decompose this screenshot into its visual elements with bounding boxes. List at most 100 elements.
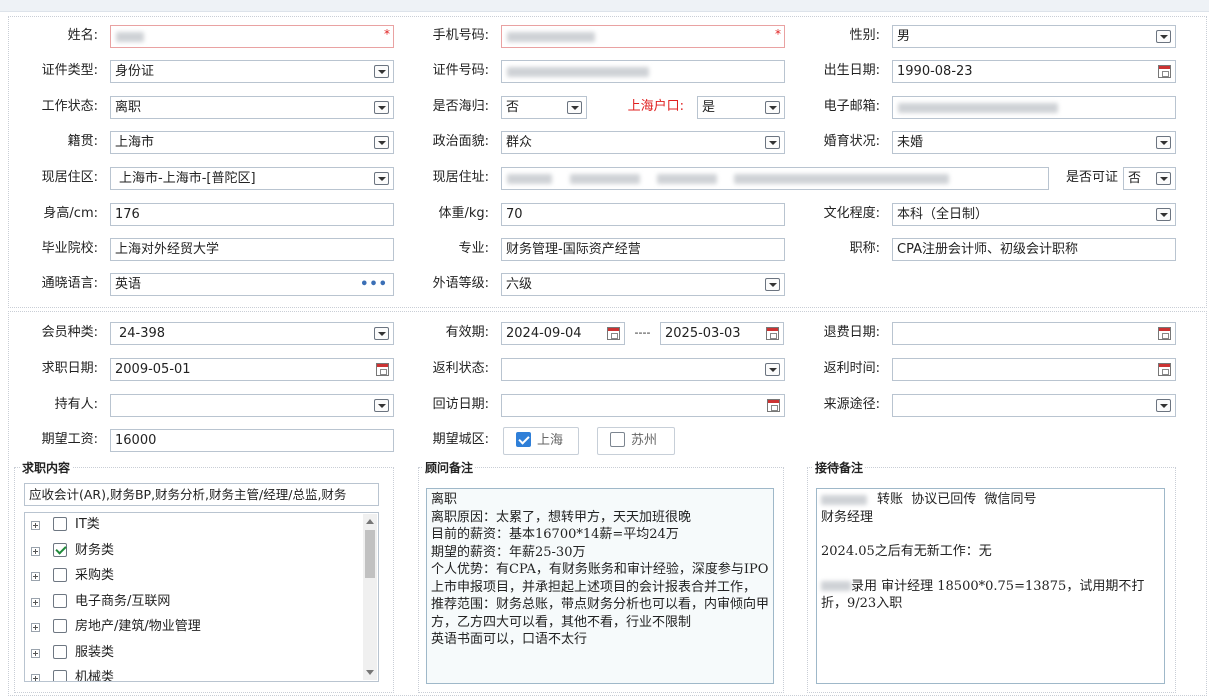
scroll-up-icon[interactable] bbox=[366, 519, 374, 524]
expand-icon[interactable] bbox=[31, 649, 40, 658]
tree-item[interactable]: IT类 bbox=[25, 515, 360, 535]
member-type-select[interactable]: 24-398 bbox=[110, 322, 394, 345]
rebate-time-input[interactable] bbox=[892, 358, 1176, 381]
source-select[interactable] bbox=[892, 394, 1176, 417]
calendar-icon[interactable] bbox=[1158, 363, 1171, 376]
checkbox-icon[interactable] bbox=[53, 568, 67, 582]
politics-select[interactable]: 群众 bbox=[501, 131, 785, 154]
job-content-summary[interactable]: 应收会计(AR),财务BP,财务分析,财务主管/经理/总监,财务 bbox=[24, 483, 379, 506]
expand-icon[interactable] bbox=[31, 521, 40, 530]
scroll-thumb[interactable] bbox=[365, 530, 375, 578]
more-icon[interactable]: ••• bbox=[360, 274, 388, 295]
returnee-select[interactable]: 否 bbox=[501, 96, 587, 119]
checkbox-checked-icon[interactable] bbox=[53, 543, 67, 557]
job-category-tree[interactable]: IT类 财务类 采购类 电子商务/互联网 房地产/建筑/物业管理 服装类 机械类 bbox=[24, 512, 379, 682]
chevron-down-icon[interactable] bbox=[765, 278, 780, 291]
chevron-down-icon[interactable] bbox=[1156, 399, 1171, 412]
chevron-down-icon[interactable] bbox=[1156, 30, 1171, 43]
work-status-select[interactable]: 离职 bbox=[110, 96, 394, 119]
address-input[interactable] bbox=[501, 167, 1049, 190]
tree-item[interactable]: 机械类 bbox=[25, 668, 360, 681]
checkbox-icon[interactable] bbox=[53, 619, 67, 633]
chevron-down-icon[interactable] bbox=[1156, 136, 1171, 149]
city-option-suzhou[interactable]: 苏州 bbox=[597, 427, 675, 455]
major-label: 专业: bbox=[458, 241, 489, 256]
reception-notes-textarea[interactable]: 转账 协议已回传 微信同号 财务经理 2024.05之后有无新工作：无 录用 审… bbox=[816, 488, 1165, 684]
chevron-down-icon[interactable] bbox=[567, 101, 582, 114]
tree-item-label: 财务类 bbox=[75, 543, 115, 558]
name-input[interactable]: * bbox=[110, 25, 394, 48]
chevron-down-icon[interactable] bbox=[374, 172, 389, 185]
holder-select[interactable] bbox=[110, 394, 394, 417]
valid-from-input[interactable]: 2024-09-04 bbox=[501, 322, 625, 345]
weight-input[interactable]: 70 bbox=[501, 203, 785, 226]
expand-icon[interactable] bbox=[31, 547, 40, 556]
gender-select[interactable]: 男 bbox=[892, 25, 1176, 48]
job-title-input[interactable]: CPA注册会计师、初级会计职称 bbox=[892, 238, 1176, 261]
expand-icon[interactable] bbox=[31, 572, 40, 581]
gender-value: 男 bbox=[897, 29, 911, 44]
expand-icon[interactable] bbox=[31, 623, 40, 632]
chevron-down-icon[interactable] bbox=[1156, 172, 1171, 185]
checkbox-icon[interactable] bbox=[53, 517, 67, 531]
id-number-input[interactable] bbox=[501, 60, 785, 83]
tree-item[interactable]: 财务类 bbox=[25, 541, 360, 561]
calendar-icon[interactable] bbox=[607, 327, 620, 340]
school-input[interactable]: 上海对外经贸大学 bbox=[110, 238, 394, 261]
chevron-down-icon[interactable] bbox=[765, 101, 780, 114]
residence-area-select[interactable]: 上海市-上海市-[普陀区] bbox=[110, 167, 394, 190]
major-input[interactable]: 财务管理-国际资产经营 bbox=[501, 238, 785, 261]
expand-icon[interactable] bbox=[31, 674, 40, 681]
salary-input[interactable]: 16000 bbox=[110, 429, 394, 452]
birth-date-input[interactable]: 1990-08-23 bbox=[892, 60, 1176, 83]
expand-icon[interactable] bbox=[31, 598, 40, 607]
reception-line: 转账 协议已回传 微信同号 bbox=[821, 491, 1160, 509]
birth-date-value: 1990-08-23 bbox=[897, 64, 973, 79]
native-place-select[interactable]: 上海市 bbox=[110, 131, 394, 154]
education-select[interactable]: 本科（全日制） bbox=[892, 203, 1176, 226]
can-certify-select[interactable]: 否 bbox=[1123, 167, 1176, 190]
chevron-down-icon[interactable] bbox=[765, 136, 780, 149]
calendar-icon[interactable] bbox=[376, 363, 389, 376]
valid-to-input[interactable]: 2025-03-03 bbox=[660, 322, 784, 345]
rebate-status-select[interactable] bbox=[501, 358, 785, 381]
city-option-shanghai[interactable]: 上海 bbox=[503, 427, 579, 455]
checkbox-checked-icon[interactable] bbox=[516, 432, 531, 447]
chevron-down-icon[interactable] bbox=[765, 363, 780, 376]
marital-select[interactable]: 未婚 bbox=[892, 131, 1176, 154]
calendar-icon[interactable] bbox=[767, 399, 780, 412]
chevron-down-icon[interactable] bbox=[374, 136, 389, 149]
redacted-name bbox=[821, 494, 867, 505]
scroll-down-icon[interactable] bbox=[366, 670, 374, 675]
tree-item[interactable]: 房地产/建筑/物业管理 bbox=[25, 617, 360, 637]
chevron-down-icon[interactable] bbox=[374, 65, 389, 78]
tree-item[interactable]: 采购类 bbox=[25, 566, 360, 586]
checkbox-icon[interactable] bbox=[53, 670, 67, 681]
chevron-down-icon[interactable] bbox=[1156, 208, 1171, 221]
id-type-select[interactable]: 身份证 bbox=[110, 60, 394, 83]
phone-input[interactable]: * bbox=[501, 25, 785, 48]
tree-item[interactable]: 电子商务/互联网 bbox=[25, 592, 360, 612]
language-picker[interactable]: 英语 ••• bbox=[110, 273, 394, 296]
calendar-icon[interactable] bbox=[766, 327, 779, 340]
hukou-select[interactable]: 是 bbox=[697, 96, 785, 119]
checkbox-icon[interactable] bbox=[53, 645, 67, 659]
tree-item[interactable]: 服装类 bbox=[25, 643, 360, 663]
calendar-icon[interactable] bbox=[1158, 65, 1171, 78]
chevron-down-icon[interactable] bbox=[374, 399, 389, 412]
job-date-input[interactable]: 2009-05-01 bbox=[110, 358, 394, 381]
language-level-select[interactable]: 六级 bbox=[501, 273, 785, 296]
chevron-down-icon[interactable] bbox=[374, 101, 389, 114]
email-input[interactable] bbox=[892, 96, 1176, 119]
language-value: 英语 bbox=[115, 277, 142, 292]
checkbox-icon[interactable] bbox=[610, 432, 625, 447]
refund-date-input[interactable] bbox=[892, 322, 1176, 345]
chevron-down-icon[interactable] bbox=[374, 327, 389, 340]
visit-date-input[interactable] bbox=[501, 394, 785, 417]
checkbox-icon[interactable] bbox=[53, 594, 67, 608]
height-input[interactable]: 176 bbox=[110, 203, 394, 226]
advisor-notes-textarea[interactable]: 离职 离职原因：太累了，想转甲方，天天加班很晚 目前的薪资：基本16700*14… bbox=[426, 488, 774, 684]
calendar-icon[interactable] bbox=[1158, 327, 1171, 340]
tree-scrollbar[interactable] bbox=[363, 514, 377, 680]
can-certify-label: 是否可证 bbox=[1065, 170, 1118, 185]
